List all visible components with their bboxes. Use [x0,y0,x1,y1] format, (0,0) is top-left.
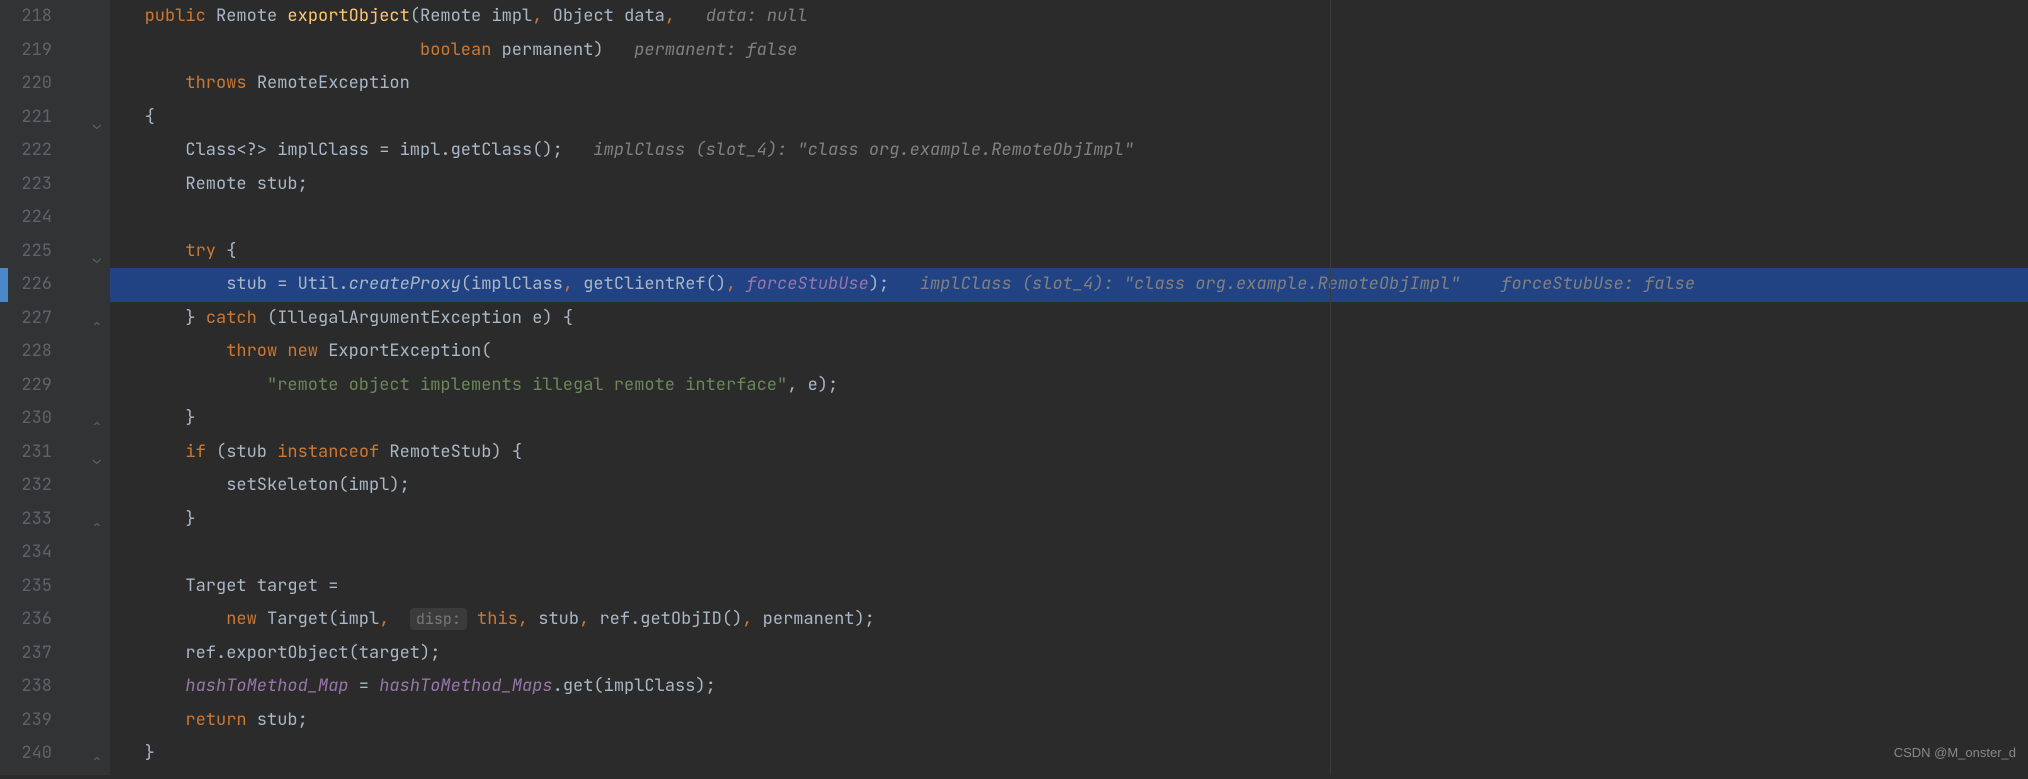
code-editor[interactable]: 2182192202212222232242252262272282292302… [0,0,2028,775]
line-number[interactable]: 218 [0,0,52,34]
line-number[interactable]: 239 [0,704,52,738]
inlay-hint: data: null [706,5,808,27]
code-line-218[interactable]: public Remote exportObject(Remote impl, … [110,0,2028,34]
code-line-223[interactable]: Remote stub; [110,168,2028,202]
code-line-225[interactable]: try { [110,235,2028,269]
inlay-hint: forceStubUse: false [1501,273,1695,295]
code-line-220[interactable]: throws RemoteException [110,67,2028,101]
line-number[interactable]: 240 [0,737,52,771]
inlay-hint: permanent: false [634,39,797,61]
line-number[interactable]: 233 [0,503,52,537]
right-margin-guide [1330,0,1331,775]
line-number[interactable]: 221 [0,101,52,135]
line-number[interactable]: 223 [0,168,52,202]
line-number[interactable]: 224 [0,201,52,235]
inlay-hint: implClass (slot_4): "class org.example.R… [593,139,1134,161]
line-number[interactable]: 227 [0,302,52,336]
code-line-238[interactable]: hashToMethod_Map = hashToMethod_Maps.get… [110,670,2028,704]
line-number[interactable]: 219 [0,34,52,68]
line-number[interactable]: 237 [0,637,52,671]
fold-close-icon[interactable] [90,310,104,344]
line-number[interactable]: 230 [0,402,52,436]
line-number[interactable]: 236 [0,603,52,637]
fold-close-icon[interactable] [90,745,104,779]
line-number[interactable]: 225 [0,235,52,269]
code-line-236[interactable]: new Target(impl, disp: this, stub, ref.g… [110,603,2028,637]
code-line-232[interactable]: setSkeleton(impl); [110,469,2028,503]
code-line-240[interactable]: } [110,737,2028,771]
code-line-219[interactable]: boolean permanent) permanent: false [110,34,2028,68]
line-number[interactable]: 231 [0,436,52,470]
code-line-221[interactable]: { [110,101,2028,135]
code-line-233[interactable]: } [110,503,2028,537]
fold-open-icon[interactable] [90,243,104,277]
code-line-231[interactable]: if (stub instanceof RemoteStub) { [110,436,2028,470]
line-number[interactable]: 235 [0,570,52,604]
code-line-229[interactable]: "remote object implements illegal remote… [110,369,2028,403]
line-number[interactable]: 228 [0,335,52,369]
fold-open-icon[interactable] [90,109,104,143]
inlay-hint: implClass (slot_4): "class org.example.R… [920,273,1461,295]
code-area[interactable]: public Remote exportObject(Remote impl, … [110,0,2028,775]
execution-point-marker [0,268,8,302]
code-line-235[interactable]: Target target = [110,570,2028,604]
code-line-234[interactable] [110,536,2028,570]
code-line-226[interactable]: stub = Util.createProxy(implClass, getCl… [110,268,2028,302]
fold-close-icon[interactable] [90,511,104,545]
code-line-224[interactable] [110,201,2028,235]
line-number[interactable]: 229 [0,369,52,403]
code-line-237[interactable]: ref.exportObject(target); [110,637,2028,671]
fold-open-icon[interactable] [90,444,104,478]
line-number[interactable]: 238 [0,670,52,704]
line-number[interactable]: 232 [0,469,52,503]
code-line-230[interactable]: } [110,402,2028,436]
code-line-222[interactable]: Class<?> implClass = impl.getClass(); im… [110,134,2028,168]
parameter-hint: disp: [410,608,467,630]
line-number[interactable]: 234 [0,536,52,570]
code-line-228[interactable]: throw new ExportException( [110,335,2028,369]
code-line-227[interactable]: } catch (IllegalArgumentException e) { [110,302,2028,336]
watermark: CSDN @M_onster_d [1894,736,2016,770]
line-number[interactable]: 220 [0,67,52,101]
line-number[interactable]: 222 [0,134,52,168]
code-line-239[interactable]: return stub; [110,704,2028,738]
fold-close-icon[interactable] [90,410,104,444]
fold-gutter[interactable] [60,0,110,775]
line-number-gutter[interactable]: 2182192202212222232242252262272282292302… [0,0,60,775]
